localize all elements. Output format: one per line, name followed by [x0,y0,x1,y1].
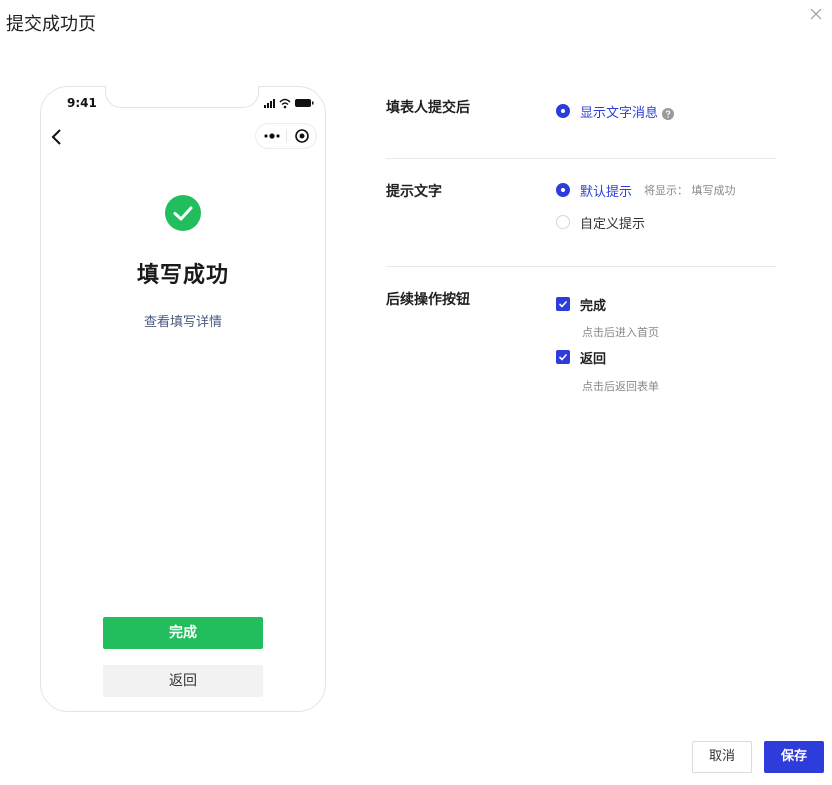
view-details-link[interactable]: 查看填写详情 [41,311,325,330]
section-divider [386,158,776,159]
help-icon[interactable] [662,105,675,120]
option-label: 默认提示 [580,184,633,200]
miniprogram-capsule [255,123,317,149]
back-button[interactable] [50,127,64,147]
checkbox-checked-icon [556,350,570,364]
preview-done-button[interactable]: 完成 [103,617,263,649]
radio-indicator [556,104,570,118]
cancel-button[interactable]: 取消 [692,741,752,773]
target-icon [295,129,309,143]
signal-icon [264,99,275,108]
wifi-icon [279,98,291,106]
chevron-left-icon [51,129,61,145]
dialog-title: 提交成功页 [6,14,96,35]
close-button[interactable] [806,4,826,24]
checkbox-back[interactable]: 返回 [556,348,607,367]
option-label: 返回 [580,351,607,367]
preview-back-button[interactable]: 返回 [103,665,263,697]
close-miniprogram-button[interactable] [291,128,313,144]
followup-buttons-label: 后续操作按钮 [386,292,470,308]
section-divider [386,266,776,267]
save-button[interactable]: 保存 [764,741,824,773]
radio-custom-prompt[interactable]: 自定义提示 [556,213,646,232]
radio-default-prompt[interactable]: 默认提示 将显示： 填写成功 [556,181,736,200]
phone-preview: 9:41 填写成功 查看填写详情 完成 返回 [40,86,326,712]
back-hint: 点击后返回表单 [582,380,659,393]
radio-indicator [556,215,570,229]
more-dots-icon [264,133,280,139]
radio-show-text-message[interactable]: 显示文字消息 [556,102,675,121]
prompt-text-label: 提示文字 [386,184,442,200]
status-icons [264,97,316,109]
option-label: 完成 [580,298,607,314]
radio-indicator [556,183,570,197]
option-label: 显示文字消息 [580,105,659,121]
checkbox-done[interactable]: 完成 [556,295,607,314]
success-title: 填写成功 [136,263,229,288]
default-prompt-hint: 将显示： 填写成功 [644,184,736,197]
phone-notch [105,86,259,108]
battery-icon [295,99,314,107]
done-hint: 点击后进入首页 [582,326,659,339]
checkbox-checked-icon [556,297,570,311]
close-icon [810,8,822,20]
success-check-icon [165,195,201,231]
status-time: 9:41 [67,96,97,110]
more-button[interactable] [260,128,284,144]
after-submit-label: 填表人提交后 [386,100,470,116]
option-label: 自定义提示 [580,216,646,232]
